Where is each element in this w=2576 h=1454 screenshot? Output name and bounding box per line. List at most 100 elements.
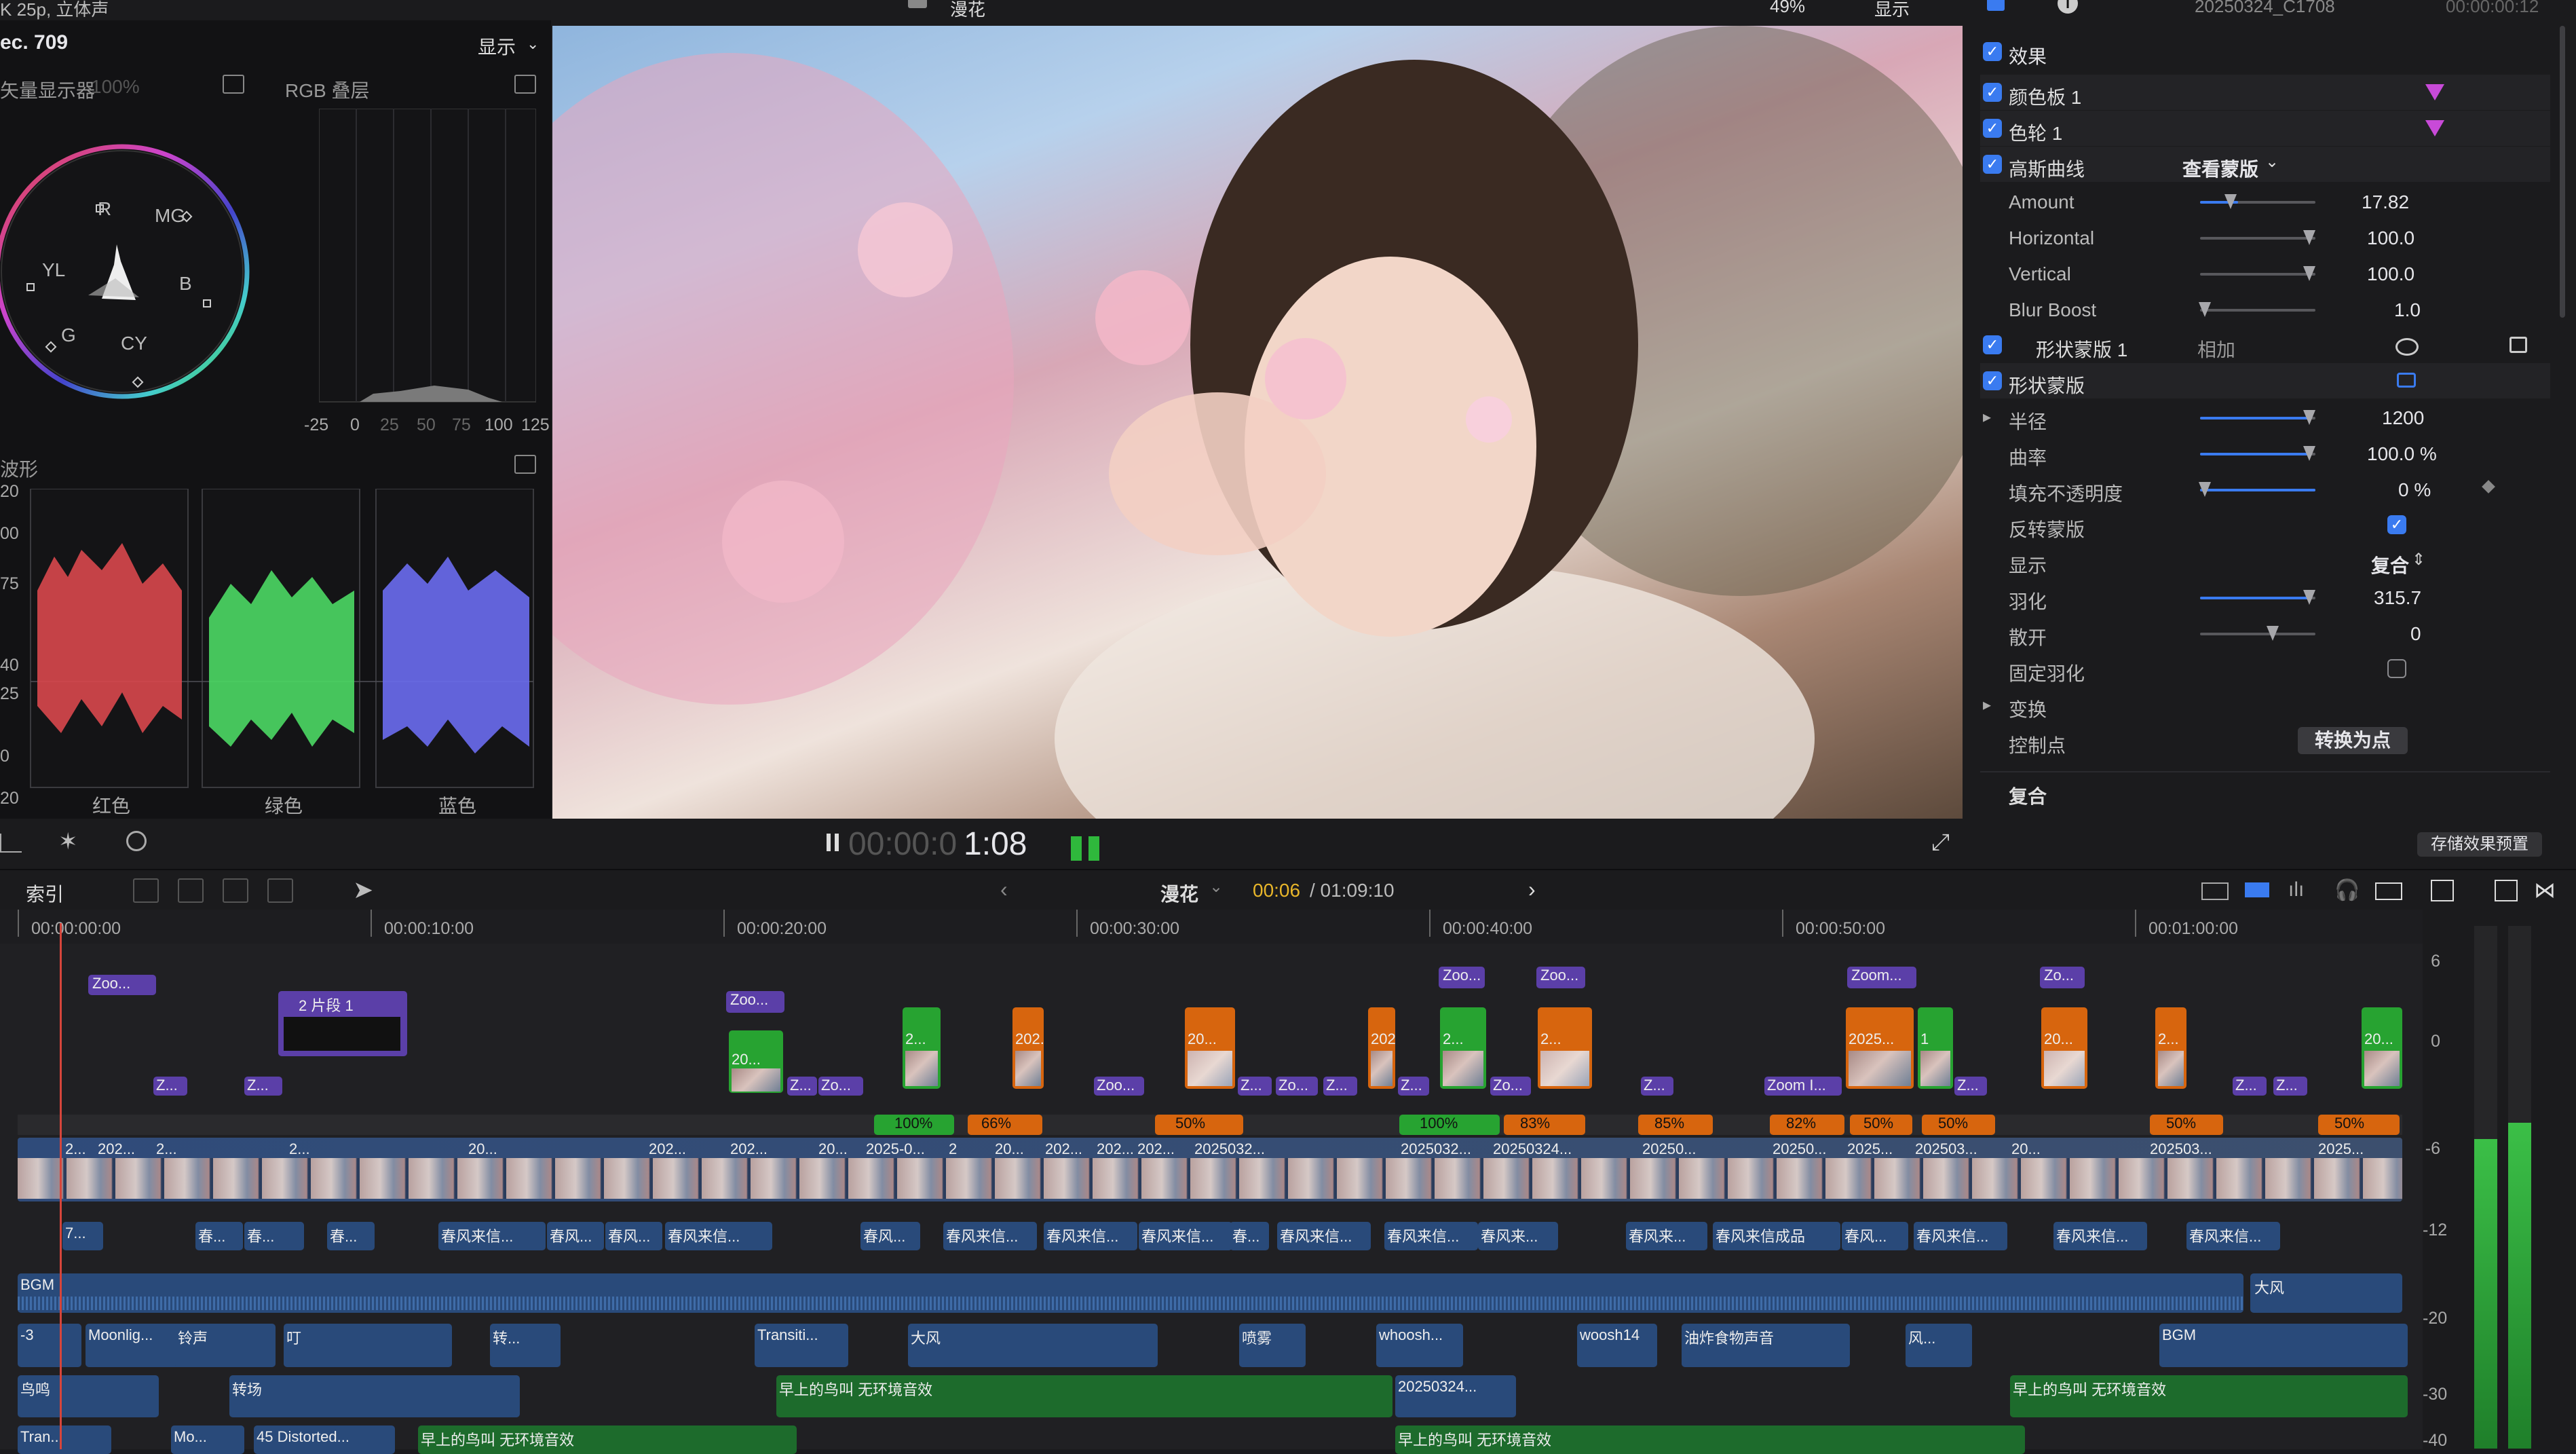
connected-clip[interactable]: 202... <box>1368 1007 1395 1089</box>
horizontal-value[interactable]: 100.0 <box>2367 227 2414 249</box>
audio-clip[interactable]: BGM <box>2159 1324 2408 1367</box>
inspector-tab-icon[interactable] <box>1987 0 2005 11</box>
title-clip[interactable]: Zo... <box>1490 1077 1531 1096</box>
speed-badge[interactable]: 82% <box>1770 1115 1844 1135</box>
feather-value[interactable]: 315.7 <box>2374 587 2421 609</box>
clip-appearance-icon[interactable] <box>2201 882 2229 900</box>
subtitle-clip[interactable]: 春... <box>195 1222 243 1250</box>
connected-clip[interactable]: 2... <box>1440 1007 1486 1089</box>
connected-clip[interactable]: 20... <box>729 1030 783 1093</box>
rgb-settings-icon[interactable] <box>514 75 536 94</box>
speed-badge[interactable]: 50% <box>1850 1115 1912 1135</box>
audio-clip[interactable]: 鸟鸣 <box>18 1375 159 1417</box>
audio-clip[interactable]: 喷雾 <box>1239 1324 1306 1367</box>
subtitle-clip[interactable]: 春风来信... <box>2186 1222 2280 1250</box>
shape-mask-1-row[interactable]: ✓ 形状蒙版 1 相加 <box>1980 327 2550 362</box>
audio-clip[interactable]: 早上的鸟叫 无环境音效 <box>418 1425 797 1454</box>
audio-clip[interactable]: 早上的鸟叫 无环境音效 <box>776 1375 1393 1417</box>
invert-mask-checkbox[interactable]: ✓ <box>2387 515 2406 534</box>
speed-badge[interactable]: 66% <box>968 1115 1042 1135</box>
shape-mask-checkbox[interactable]: ✓ <box>1983 371 2002 390</box>
timecode-current[interactable]: 1:08 <box>964 825 1027 863</box>
append-clip-icon[interactable] <box>223 878 248 903</box>
connect-clip-icon[interactable] <box>133 878 159 903</box>
audio-skimming-icon[interactable]: ılı <box>2288 878 2304 901</box>
effect-row-color-wheels[interactable]: ✓ 色轮 1 <box>1980 111 2550 146</box>
audio-clip[interactable]: 风... <box>1906 1324 1972 1367</box>
title-clip[interactable]: Zoo... <box>1439 967 1485 988</box>
title-clip[interactable]: Zo... <box>818 1077 863 1096</box>
effects-checkbox[interactable]: ✓ <box>1983 42 2002 61</box>
title-clip[interactable]: Z... <box>153 1077 187 1096</box>
composite-row[interactable]: 复合 <box>1980 771 2550 808</box>
audio-clip[interactable]: 大风 <box>908 1324 1158 1367</box>
chevron-down-icon[interactable]: ⌄ <box>1209 877 1223 897</box>
audio-clip[interactable]: whoosh... <box>1376 1324 1463 1367</box>
title-clip[interactable]: Z... <box>1641 1077 1673 1096</box>
subtitle-clip[interactable]: 春风来信... <box>1384 1222 1478 1250</box>
radius-value[interactable]: 1200 <box>2382 407 2424 429</box>
amount-value[interactable]: 17.82 <box>2362 191 2409 213</box>
zoom-level[interactable]: 49% <box>1770 0 1805 17</box>
fill-opacity-value[interactable]: 0 % <box>2398 479 2431 501</box>
shape-mask-1-checkbox[interactable]: ✓ <box>1983 335 2002 354</box>
speed-badge[interactable]: 50% <box>2150 1115 2223 1135</box>
speed-badge[interactable]: 100% <box>874 1115 954 1135</box>
subtitle-clip[interactable]: 春... <box>327 1222 375 1250</box>
forward-arrow-icon[interactable]: › <box>1528 877 1536 902</box>
title-clip[interactable]: Zoo... <box>726 991 784 1013</box>
subtitle-clip[interactable]: 春风... <box>605 1222 662 1250</box>
vectorscope-settings-icon[interactable] <box>223 75 244 94</box>
timeline-ruler[interactable]: 00:00:00:00 00:00:10:00 00:00:20:00 00:0… <box>0 910 2423 944</box>
title-clip[interactable]: Z... <box>2273 1077 2307 1096</box>
chevron-down-icon[interactable]: ⌄ <box>2265 152 2279 172</box>
subtitle-clip[interactable]: 春风... <box>860 1222 920 1250</box>
wind-clip[interactable]: 大风 <box>2250 1273 2402 1313</box>
amount-slider[interactable] <box>2200 194 2315 209</box>
snapping-icon[interactable] <box>2375 882 2402 900</box>
color-board-checkbox[interactable]: ✓ <box>1983 83 2002 102</box>
subtitle-clip[interactable]: 春风来信... <box>665 1222 772 1250</box>
audio-clip[interactable]: -3 <box>18 1324 81 1367</box>
falloff-value[interactable]: 0 <box>2410 623 2421 645</box>
subtitle-clip[interactable]: 7... <box>62 1222 103 1250</box>
speed-badge[interactable]: 100% <box>1399 1115 1500 1135</box>
bowtie-icon[interactable]: ⋈ <box>2534 877 2556 903</box>
transform-row[interactable]: ▸ 变换 <box>1980 687 2550 722</box>
gaussian-checkbox[interactable]: ✓ <box>1983 155 2002 174</box>
vertical-slider[interactable] <box>2200 266 2315 281</box>
speed-badge[interactable]: 50% <box>1922 1115 1995 1135</box>
subtitle-clip[interactable]: 春风来信... <box>2053 1222 2147 1250</box>
window-icon[interactable] <box>2495 880 2518 901</box>
radius-slider[interactable] <box>2200 410 2315 425</box>
blur-boost-value[interactable]: 1.0 <box>2394 299 2421 321</box>
subtitle-clip[interactable]: 春... <box>1230 1222 1269 1250</box>
connected-clip[interactable]: 20... <box>2041 1007 2087 1089</box>
subtitle-clip[interactable]: 春风来信... <box>438 1222 546 1250</box>
subtitle-clip[interactable]: 春风来信... <box>1044 1222 1137 1250</box>
horizontal-slider[interactable] <box>2200 230 2315 245</box>
audio-clip[interactable]: 20250324... <box>1395 1375 1516 1417</box>
headphones-icon[interactable]: 🎧 <box>2334 878 2360 902</box>
audio-clip[interactable]: 转场 <box>229 1375 520 1417</box>
connected-clip[interactable]: 2025... <box>1846 1007 1914 1089</box>
audio-clip[interactable]: Mo... <box>171 1425 244 1454</box>
subtitle-clip[interactable]: 春风来... <box>1626 1222 1707 1250</box>
connected-clip[interactable]: 1 <box>1918 1007 1953 1089</box>
title-clip[interactable]: Zoo... <box>88 975 156 995</box>
ellipse-mask-icon[interactable] <box>2395 338 2419 356</box>
timeline-index-toggle-icon[interactable] <box>2431 880 2454 901</box>
retime-bar[interactable]: 100% 66% 50% 100% 83% 85% 82% 50% 50% 50… <box>18 1115 2402 1135</box>
audio-clip[interactable]: Tran... <box>18 1425 111 1454</box>
viewer-display-menu[interactable]: 显示 <box>1874 0 1910 21</box>
subtitle-clip[interactable]: 春风来信成品 <box>1713 1222 1840 1250</box>
shape-mask-row[interactable]: ✓ 形状蒙版 <box>1980 363 2550 398</box>
speed-dial-icon[interactable] <box>126 831 147 851</box>
title-clip[interactable]: Z... <box>1954 1077 1987 1096</box>
skimming-icon[interactable] <box>2245 882 2269 897</box>
connected-clip[interactable]: 20... <box>2362 1007 2402 1089</box>
audio-clip[interactable]: woosh14 <box>1577 1324 1657 1367</box>
audio-clip[interactable]: 转... <box>490 1324 561 1367</box>
feather-slider[interactable] <box>2200 590 2315 605</box>
bgm-clip[interactable]: BGM <box>18 1273 2243 1313</box>
